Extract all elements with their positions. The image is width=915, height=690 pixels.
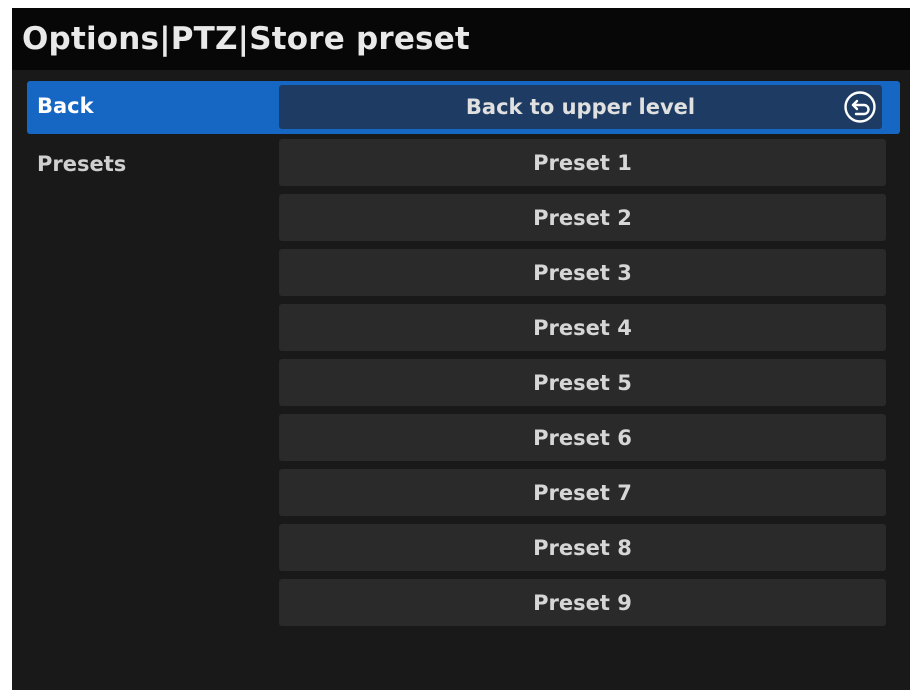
page-title: Options|PTZ|Store preset bbox=[22, 21, 470, 57]
preset-label: Preset 3 bbox=[533, 260, 632, 285]
presets-label: Presets bbox=[37, 152, 127, 176]
back-to-upper-level-label: Back to upper level bbox=[465, 95, 696, 119]
preset-button[interactable]: Preset 8 bbox=[279, 524, 886, 571]
store-preset-screen: Options|PTZ|Store preset Back Back to up… bbox=[12, 8, 910, 690]
preset-label: Preset 1 bbox=[533, 150, 632, 175]
preset-label: Preset 8 bbox=[533, 535, 632, 560]
preset-button[interactable]: Preset 6 bbox=[279, 414, 886, 461]
preset-button[interactable]: Preset 2 bbox=[279, 194, 886, 241]
back-to-upper-level-button[interactable]: Back to upper level bbox=[279, 85, 882, 129]
preset-label: Preset 2 bbox=[533, 205, 632, 230]
preset-label: Preset 7 bbox=[533, 480, 632, 505]
return-arrow-icon bbox=[844, 91, 876, 123]
preset-button[interactable]: Preset 1 bbox=[279, 139, 886, 186]
preset-button[interactable]: Preset 5 bbox=[279, 359, 886, 406]
preset-label: Preset 6 bbox=[533, 425, 632, 450]
back-row[interactable]: Back Back to upper level bbox=[27, 81, 900, 134]
preset-button[interactable]: Preset 3 bbox=[279, 249, 886, 296]
title-bar: Options|PTZ|Store preset bbox=[12, 8, 910, 70]
preset-label: Preset 5 bbox=[533, 370, 632, 395]
back-row-label: Back bbox=[37, 94, 94, 118]
preset-label: Preset 4 bbox=[533, 315, 632, 340]
preset-button[interactable]: Preset 4 bbox=[279, 304, 886, 351]
preset-list: Preset 1 Preset 2 Preset 3 Preset 4 Pres… bbox=[279, 139, 886, 634]
preset-button[interactable]: Preset 9 bbox=[279, 579, 886, 626]
preset-label: Preset 9 bbox=[533, 590, 632, 615]
preset-button[interactable]: Preset 7 bbox=[279, 469, 886, 516]
